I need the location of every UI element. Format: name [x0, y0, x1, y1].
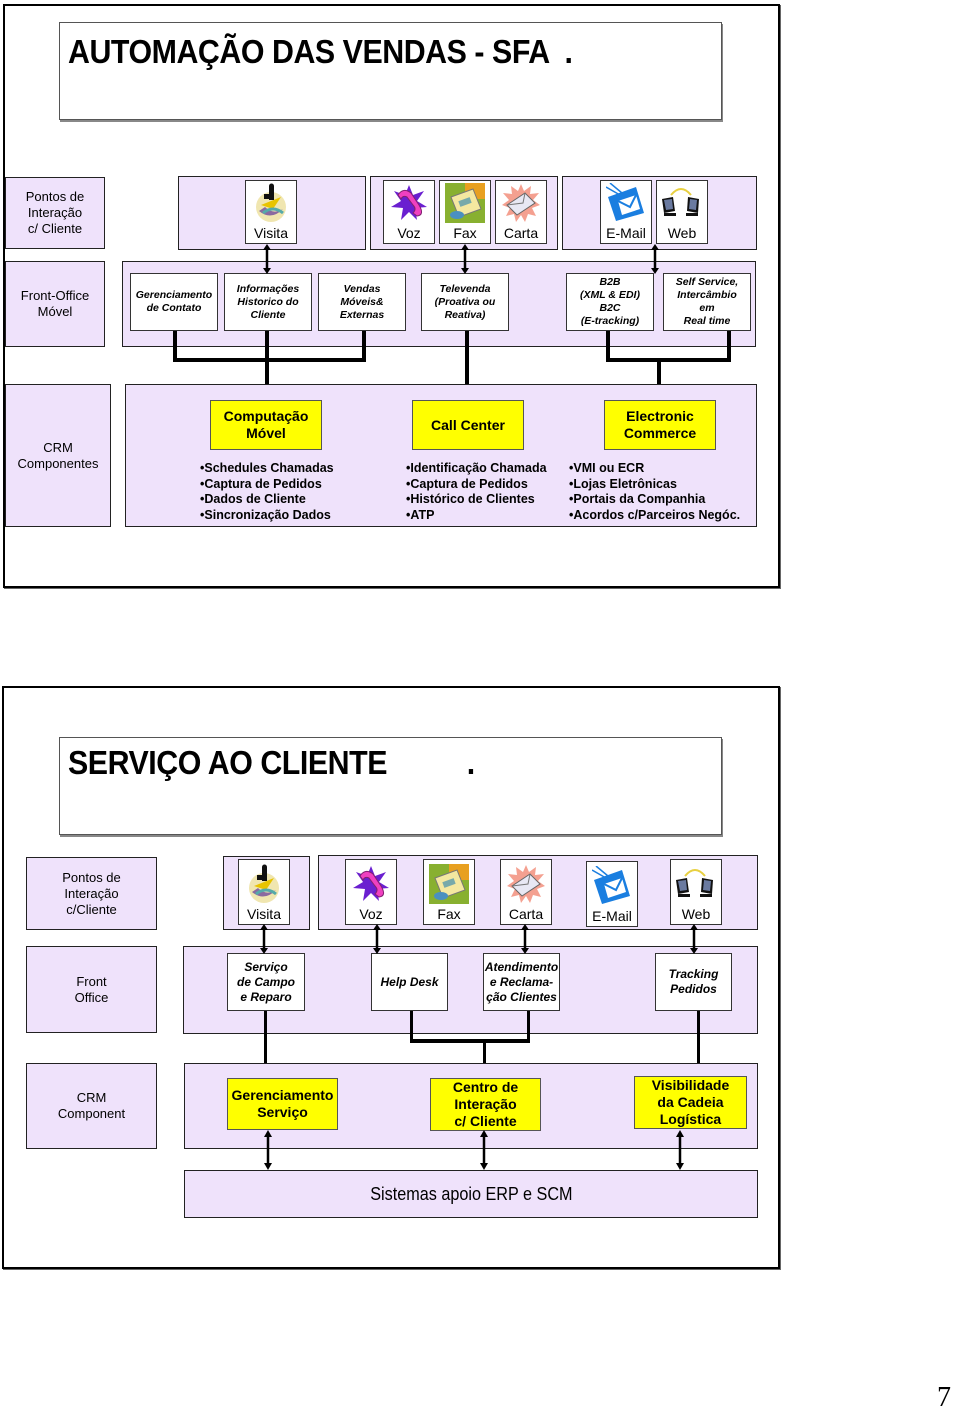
- connector-line: [362, 331, 366, 361]
- channel-email[interactable]: E-Mail: [586, 861, 638, 927]
- component-customer-interaction-center[interactable]: Centro de Interação c/ Cliente: [430, 1078, 541, 1131]
- channel-label: Voz: [359, 906, 383, 922]
- component-features-list: Schedules Chamadas Captura de Pedidos Da…: [200, 461, 334, 524]
- fax-icon: [429, 864, 469, 904]
- backend-systems-band: Sistemas apoio ERP e SCM: [184, 1170, 758, 1218]
- email-icon: [592, 866, 630, 904]
- row-label-crm-components: CRM Componentes: [5, 384, 111, 527]
- channel-label: Carta: [503, 225, 539, 241]
- connector-line: [173, 331, 177, 361]
- feature-item: Identificação Chamada: [406, 461, 546, 477]
- feature-item: Dados de Cliente: [200, 492, 334, 508]
- channel-fax[interactable]: Fax: [423, 859, 475, 925]
- front-office-box[interactable]: Self Service, Intercâmbio em Real time: [663, 273, 751, 331]
- front-office-box[interactable]: Tracking Pedidos: [655, 953, 732, 1011]
- letter-icon: [502, 184, 540, 222]
- front-office-box[interactable]: Help Desk: [371, 953, 448, 1011]
- channel-label: Voz: [397, 225, 421, 241]
- feature-item: Schedules Chamadas: [200, 461, 333, 477]
- front-office-box[interactable]: Informações Historico do Cliente: [224, 273, 312, 331]
- channel-voz[interactable]: Voz: [345, 859, 397, 925]
- component-supply-chain-visibility[interactable]: Visibilidade da Cadeia Logística: [634, 1076, 747, 1129]
- connector-line: [173, 358, 366, 362]
- email-icon: [606, 183, 644, 221]
- feature-item: Captura de Pedidos: [406, 477, 547, 493]
- front-office-box[interactable]: Vendas Móveis& Externas: [318, 273, 406, 331]
- channel-label: Visita: [254, 225, 288, 241]
- page-number: 7: [937, 1382, 951, 1413]
- channel-fax[interactable]: Fax: [439, 180, 491, 244]
- row-label-front-office: Front-Office Móvel: [5, 261, 105, 347]
- businessman-icon: [256, 183, 286, 222]
- row-label-interaction-points: Pontos de Interação c/Cliente: [26, 857, 157, 930]
- bidirectional-arrow: [263, 244, 271, 274]
- telephone-icon: [353, 866, 389, 901]
- front-office-box[interactable]: Televenda (Proativa ou Reativa): [421, 273, 509, 331]
- component-mobile-computing[interactable]: Computação Móvel: [210, 400, 322, 450]
- bidirectional-arrow: [461, 244, 469, 274]
- slide-title-box: AUTOMAÇÃO DAS VENDAS - SFA .: [59, 22, 722, 120]
- row-label-front-office: Front Office: [26, 946, 157, 1033]
- component-call-center[interactable]: Call Center: [412, 400, 524, 450]
- channel-web[interactable]: Web: [670, 859, 722, 925]
- fax-icon: [445, 183, 485, 223]
- bidirectional-arrow: [264, 1130, 272, 1170]
- connector-line: [410, 1039, 530, 1043]
- channel-visita[interactable]: Visita: [238, 859, 290, 925]
- slide-title: AUTOMAÇÃO DAS VENDAS - SFA .: [68, 33, 573, 70]
- businessman-icon: [249, 864, 279, 903]
- slide-title-box: SERVIÇO AO CLIENTE .: [59, 737, 722, 835]
- bidirectional-arrow: [651, 244, 659, 274]
- feature-item: Captura de Pedidos: [200, 477, 334, 493]
- channel-label: E-Mail: [592, 908, 632, 924]
- channel-label: Web: [667, 225, 697, 241]
- computers-icon: [676, 869, 713, 897]
- connector-line: [527, 1011, 530, 1041]
- channel-web[interactable]: Web: [656, 180, 708, 244]
- channel-label: Carta: [508, 906, 544, 922]
- feature-item: Lojas Eletrônicas: [569, 477, 740, 493]
- component-service-management[interactable]: Gerenciamento Serviço: [227, 1078, 338, 1130]
- connector-line: [410, 1011, 413, 1041]
- connector-line: [727, 331, 731, 361]
- feature-item: Portais da Companhia: [569, 492, 740, 508]
- feature-item: Histórico de Clientes: [406, 492, 547, 508]
- front-office-box[interactable]: Gerenciamento de Contato: [130, 273, 218, 331]
- front-office-box[interactable]: B2B (XML & EDI) B2C (E-tracking): [566, 273, 654, 331]
- bidirectional-arrow: [373, 924, 381, 954]
- component-electronic-commerce[interactable]: Electronic Commerce: [604, 400, 716, 450]
- channel-label: Fax: [453, 225, 477, 241]
- feature-item: VMI ou ECR: [569, 461, 740, 477]
- channel-label: Web: [681, 906, 711, 922]
- backend-label: Sistemas apoio ERP e SCM: [369, 1183, 573, 1204]
- computers-icon: [662, 188, 699, 216]
- component-features-list: Identificação Chamada Captura de Pedidos…: [406, 461, 547, 524]
- connector-line: [606, 331, 610, 361]
- component-features-list: VMI ou ECR Lojas Eletrônicas Portais da …: [569, 461, 740, 524]
- channel-carta[interactable]: Carta: [500, 859, 552, 925]
- channel-voz[interactable]: Voz: [383, 180, 435, 244]
- channel-visita[interactable]: Visita: [245, 180, 297, 244]
- letter-icon: [507, 865, 545, 903]
- front-office-box[interactable]: Atendimento e Reclama- ção Clientes: [483, 953, 560, 1011]
- bidirectional-arrow: [690, 924, 698, 954]
- bidirectional-arrow: [480, 1130, 488, 1170]
- channel-label: E-Mail: [606, 225, 646, 241]
- channel-carta[interactable]: Carta: [495, 180, 547, 244]
- feature-item: ATP: [406, 508, 547, 524]
- connector-line: [606, 358, 731, 362]
- channel-label: Fax: [437, 906, 461, 922]
- bidirectional-arrow: [676, 1130, 684, 1170]
- row-label-interaction-points: Pontos de Interação c/ Cliente: [5, 177, 105, 249]
- bidirectional-arrow: [260, 924, 268, 954]
- channel-label: Visita: [247, 906, 281, 922]
- slide-title: SERVIÇO AO CLIENTE .: [68, 744, 475, 781]
- bidirectional-arrow: [521, 924, 529, 954]
- feature-item: Acordos c/Parceiros Negóc.: [569, 508, 740, 524]
- telephone-icon: [391, 185, 427, 220]
- feature-item: Sincronização Dados: [200, 508, 334, 524]
- row-label-crm-component: CRM Component: [26, 1063, 157, 1149]
- channel-email[interactable]: E-Mail: [600, 180, 652, 244]
- front-office-box[interactable]: Serviço de Campo e Reparo: [227, 953, 305, 1011]
